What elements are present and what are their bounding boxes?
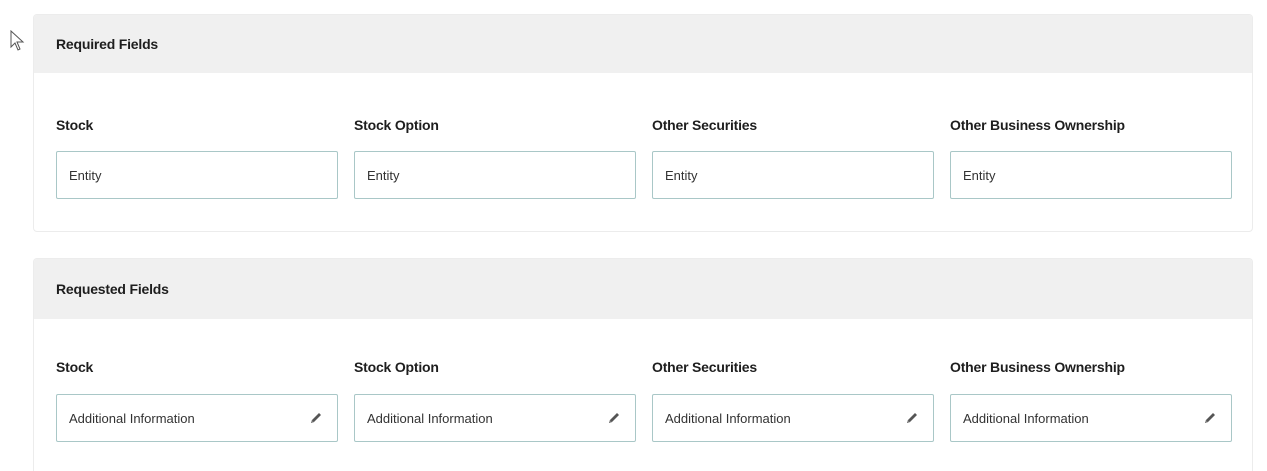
required-field-other-securities: Other Securities Entity xyxy=(652,73,934,199)
required-fields-header: Required Fields xyxy=(34,15,1252,73)
stock-entity-input[interactable]: Entity xyxy=(56,151,338,199)
requested-field-other-securities: Other Securities Additional Information xyxy=(652,319,934,442)
requested-fields-header: Requested Fields xyxy=(34,259,1252,319)
pencil-icon[interactable] xyxy=(1203,411,1217,425)
requested-field-stock: Stock Additional Information xyxy=(56,319,338,442)
field-value: Entity xyxy=(367,167,400,183)
pencil-icon[interactable] xyxy=(905,411,919,425)
field-value: Additional Information xyxy=(665,410,791,426)
field-label: Other Securities xyxy=(652,117,757,133)
field-value: Additional Information xyxy=(367,410,493,426)
field-label: Stock xyxy=(56,117,94,133)
requested-field-stock-option: Stock Option Additional Information xyxy=(354,319,636,442)
field-value: Entity xyxy=(69,167,102,183)
field-value: Additional Information xyxy=(963,410,1089,426)
stock-option-additional-info-input[interactable]: Additional Information xyxy=(354,394,636,442)
field-value: Entity xyxy=(963,167,996,183)
other-business-ownership-entity-input[interactable]: Entity xyxy=(950,151,1232,199)
required-field-other-business-ownership: Other Business Ownership Entity xyxy=(950,73,1232,199)
field-label: Stock Option xyxy=(354,359,439,375)
other-securities-additional-info-input[interactable]: Additional Information xyxy=(652,394,934,442)
required-field-stock: Stock Entity xyxy=(56,73,338,199)
stock-additional-info-input[interactable]: Additional Information xyxy=(56,394,338,442)
field-label: Stock Option xyxy=(354,117,439,133)
required-fields-section: Required Fields Stock Entity Stock Optio… xyxy=(33,14,1253,232)
field-label: Stock xyxy=(56,359,94,375)
requested-fields-row: Stock Additional Information Stock Optio… xyxy=(34,319,1252,442)
requested-field-other-business-ownership: Other Business Ownership Additional Info… xyxy=(950,319,1232,442)
mouse-cursor-icon xyxy=(10,30,25,51)
other-securities-entity-input[interactable]: Entity xyxy=(652,151,934,199)
required-field-stock-option: Stock Option Entity xyxy=(354,73,636,199)
pencil-icon[interactable] xyxy=(309,411,323,425)
pencil-icon[interactable] xyxy=(607,411,621,425)
stock-option-entity-input[interactable]: Entity xyxy=(354,151,636,199)
field-label: Other Securities xyxy=(652,359,757,375)
field-value: Entity xyxy=(665,167,698,183)
requested-fields-section: Requested Fields Stock Additional Inform… xyxy=(33,258,1253,471)
field-label: Other Business Ownership xyxy=(950,117,1125,133)
other-business-ownership-additional-info-input[interactable]: Additional Information xyxy=(950,394,1232,442)
field-value: Additional Information xyxy=(69,410,195,426)
field-label: Other Business Ownership xyxy=(950,359,1125,375)
required-fields-row: Stock Entity Stock Option Entity Other S… xyxy=(34,73,1252,199)
